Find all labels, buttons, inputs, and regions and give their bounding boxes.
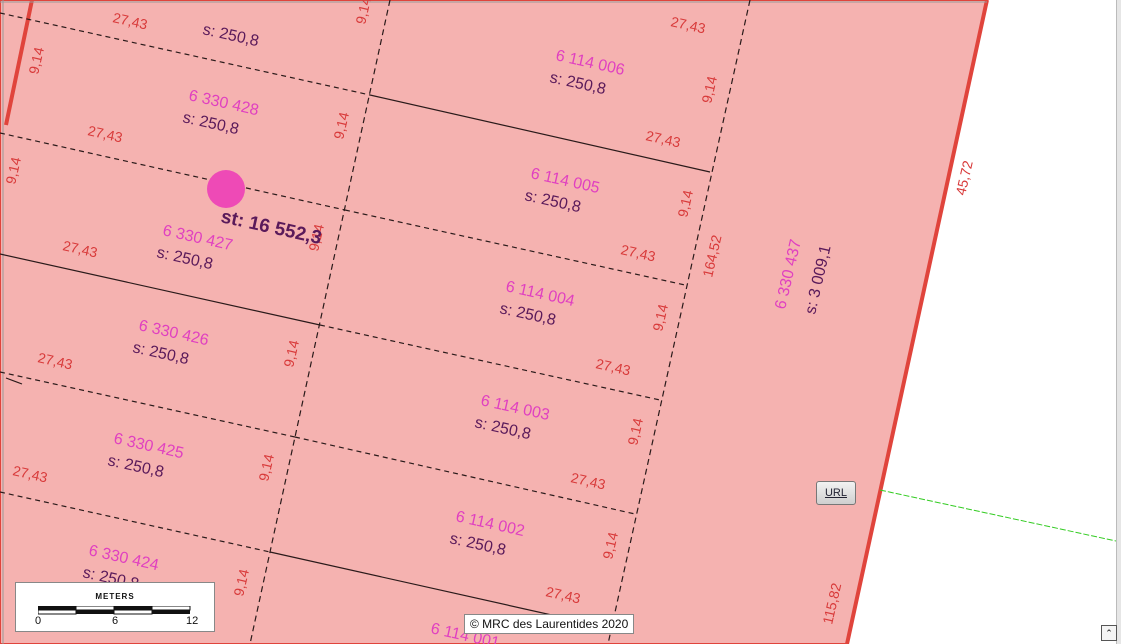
scale-bar-title: METERS: [95, 592, 135, 601]
location-marker[interactable]: [207, 170, 245, 208]
scale-label-0: 0: [35, 615, 42, 627]
cadastral-map[interactable]: s: 250,86 330 428s: 250,86 330 427s: 250…: [0, 0, 1121, 644]
double-chevron-up-icon[interactable]: ⌃: [1101, 625, 1117, 641]
copyright-notice: © MRC des Laurentides 2020: [464, 614, 635, 634]
scale-bar: METERS 0 6 12: [15, 582, 215, 632]
street-width-label: 45,72: [952, 159, 976, 197]
right-edge-strip: [1116, 0, 1121, 644]
scale-label-6: 6: [112, 615, 119, 627]
neighbour-parcel-line: [879, 489, 1117, 542]
scale-label-12: 12: [186, 615, 199, 627]
url-button[interactable]: URL: [816, 481, 856, 505]
